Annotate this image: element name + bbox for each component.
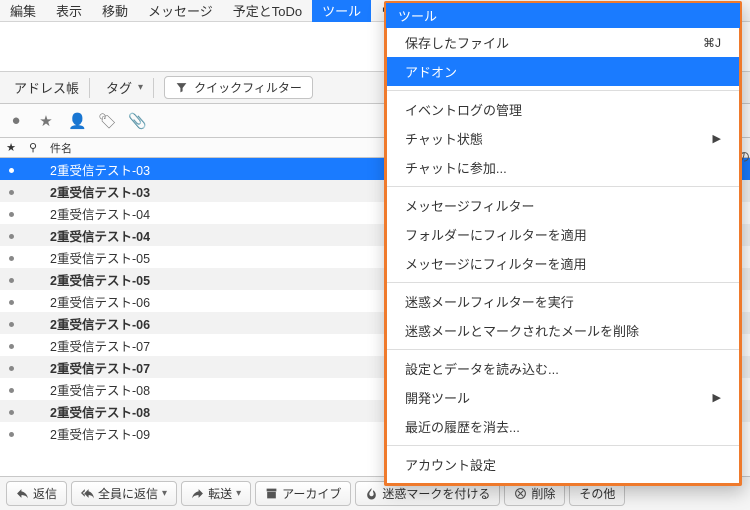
contact-icon[interactable]: 👤 bbox=[68, 112, 84, 130]
reply-label: 返信 bbox=[33, 485, 57, 502]
menu-item[interactable]: 開発ツール ▶ bbox=[387, 383, 739, 412]
archive-label: アーカイブ bbox=[282, 485, 341, 502]
attachment-icon[interactable]: 📎 bbox=[128, 112, 144, 130]
menu-item-label: 最近の履歴を消去... bbox=[405, 417, 520, 436]
delete-icon bbox=[514, 487, 527, 500]
reply-icon bbox=[16, 487, 29, 500]
tag-label[interactable]: タグ bbox=[106, 78, 132, 97]
menu-view[interactable]: 表示 bbox=[46, 0, 92, 22]
quickfilter-button[interactable]: クイックフィルター bbox=[164, 76, 313, 99]
menu-item-label: チャット状態 bbox=[405, 129, 483, 148]
menu-item-label: メッセージにフィルターを適用 bbox=[405, 254, 586, 273]
menu-item-label: アカウント設定 bbox=[405, 455, 496, 474]
separator bbox=[89, 78, 90, 98]
menu-item[interactable]: チャットに参加... bbox=[387, 153, 739, 182]
row-star[interactable] bbox=[0, 250, 22, 264]
row-star[interactable] bbox=[0, 272, 22, 286]
menu-separator bbox=[387, 186, 739, 187]
archive-button[interactable]: アーカイブ bbox=[255, 481, 351, 506]
menu-item[interactable]: 最近の履歴を消去... bbox=[387, 412, 739, 441]
archive-icon bbox=[265, 487, 278, 500]
menu-item-label: 設定とデータを読み込む... bbox=[405, 359, 559, 378]
col-star-header[interactable]: ★ bbox=[0, 141, 22, 154]
row-star[interactable] bbox=[0, 206, 22, 220]
menu-edit[interactable]: 編集 bbox=[0, 0, 46, 22]
row-star[interactable] bbox=[0, 382, 22, 396]
forward-icon bbox=[191, 487, 204, 500]
reply-all-icon bbox=[81, 487, 94, 500]
dropdown-header[interactable]: ツール bbox=[386, 3, 740, 28]
menu-item-label: メッセージフィルター bbox=[405, 196, 534, 215]
menu-item-label: 迷惑メールフィルターを実行 bbox=[405, 292, 574, 311]
menu-separator bbox=[387, 445, 739, 446]
strip-icons: ● ★ 👤 🏷 📎 bbox=[8, 112, 144, 130]
chevron-down-icon: ▾ bbox=[162, 488, 167, 499]
addressbook-label[interactable]: アドレス帳 bbox=[14, 78, 79, 97]
menu-item-label: フォルダーにフィルターを適用 bbox=[405, 225, 587, 244]
menu-shortcut: ⌘J bbox=[703, 36, 721, 50]
menu-item[interactable]: アドオン bbox=[387, 57, 739, 86]
col-tag-header[interactable]: ⚲ bbox=[22, 141, 44, 154]
row-star[interactable] bbox=[0, 404, 22, 418]
chevron-down-icon[interactable]: ▾ bbox=[138, 82, 143, 93]
menu-item[interactable]: メッセージフィルター bbox=[387, 191, 739, 220]
separator bbox=[153, 78, 154, 98]
funnel-icon bbox=[175, 81, 188, 94]
menu-item[interactable]: イベントログの管理 bbox=[387, 95, 739, 124]
menu-item[interactable]: アカウント設定 bbox=[387, 450, 739, 479]
dot-icon[interactable]: ● bbox=[8, 112, 24, 130]
menu-item[interactable]: 設定とデータを読み込む... bbox=[387, 354, 739, 383]
row-star[interactable] bbox=[0, 360, 22, 374]
submenu-arrow-icon: ▶ bbox=[713, 132, 721, 145]
forward-label: 転送 bbox=[208, 485, 232, 502]
quickfilter-label: クイックフィルター bbox=[194, 79, 302, 96]
menu-tools[interactable]: ツール bbox=[312, 0, 371, 22]
row-star[interactable] bbox=[0, 426, 22, 440]
row-star[interactable] bbox=[0, 162, 22, 176]
menu-item-label: チャットに参加... bbox=[405, 158, 507, 177]
submenu-arrow-icon: ▶ bbox=[713, 391, 721, 404]
reply-all-label: 全員に返信 bbox=[98, 485, 158, 502]
forward-button[interactable]: 転送 ▾ bbox=[181, 481, 251, 506]
star-icon[interactable]: ★ bbox=[38, 112, 54, 130]
menu-item-label: 保存したファイル bbox=[405, 33, 509, 52]
tools-dropdown: ツール 保存したファイル ⌘J アドオンイベントログの管理チャット状態 ▶ チャットに参… bbox=[384, 1, 742, 486]
menu-tasks[interactable]: 予定とToDo bbox=[223, 0, 312, 22]
menu-message[interactable]: メッセージ bbox=[138, 0, 223, 22]
junk-label: 迷惑マークを付ける bbox=[382, 485, 490, 502]
menu-item-label: 迷惑メールとマークされたメールを削除 bbox=[405, 321, 639, 340]
delete-label: 削除 bbox=[531, 485, 555, 502]
menu-item[interactable]: 迷惑メールとマークされたメールを削除 bbox=[387, 316, 739, 345]
row-star[interactable] bbox=[0, 338, 22, 352]
row-star[interactable] bbox=[0, 316, 22, 330]
menu-item[interactable]: 迷惑メールフィルターを実行 bbox=[387, 287, 739, 316]
menu-item[interactable]: フォルダーにフィルターを適用 bbox=[387, 220, 739, 249]
menu-item[interactable]: メッセージにフィルターを適用 bbox=[387, 249, 739, 278]
menu-item[interactable]: チャット状態 ▶ bbox=[387, 124, 739, 153]
other-label: その他 bbox=[579, 485, 615, 502]
menu-separator bbox=[387, 282, 739, 283]
menu-item-label: イベントログの管理 bbox=[405, 100, 522, 119]
row-star[interactable] bbox=[0, 184, 22, 198]
tag-small-icon[interactable]: 🏷 bbox=[98, 112, 114, 130]
menu-item-label: 開発ツール bbox=[405, 388, 470, 407]
reply-all-button[interactable]: 全員に返信 ▾ bbox=[71, 481, 177, 506]
menu-separator bbox=[387, 90, 739, 91]
row-star[interactable] bbox=[0, 228, 22, 242]
reply-button[interactable]: 返信 bbox=[6, 481, 67, 506]
chevron-down-icon: ▾ bbox=[236, 488, 241, 499]
menu-separator bbox=[387, 349, 739, 350]
menu-item[interactable]: 保存したファイル ⌘J bbox=[387, 28, 739, 57]
flame-icon bbox=[365, 487, 378, 500]
menu-item-label: アドオン bbox=[405, 62, 457, 81]
menu-go[interactable]: 移動 bbox=[92, 0, 138, 22]
row-star[interactable] bbox=[0, 294, 22, 308]
